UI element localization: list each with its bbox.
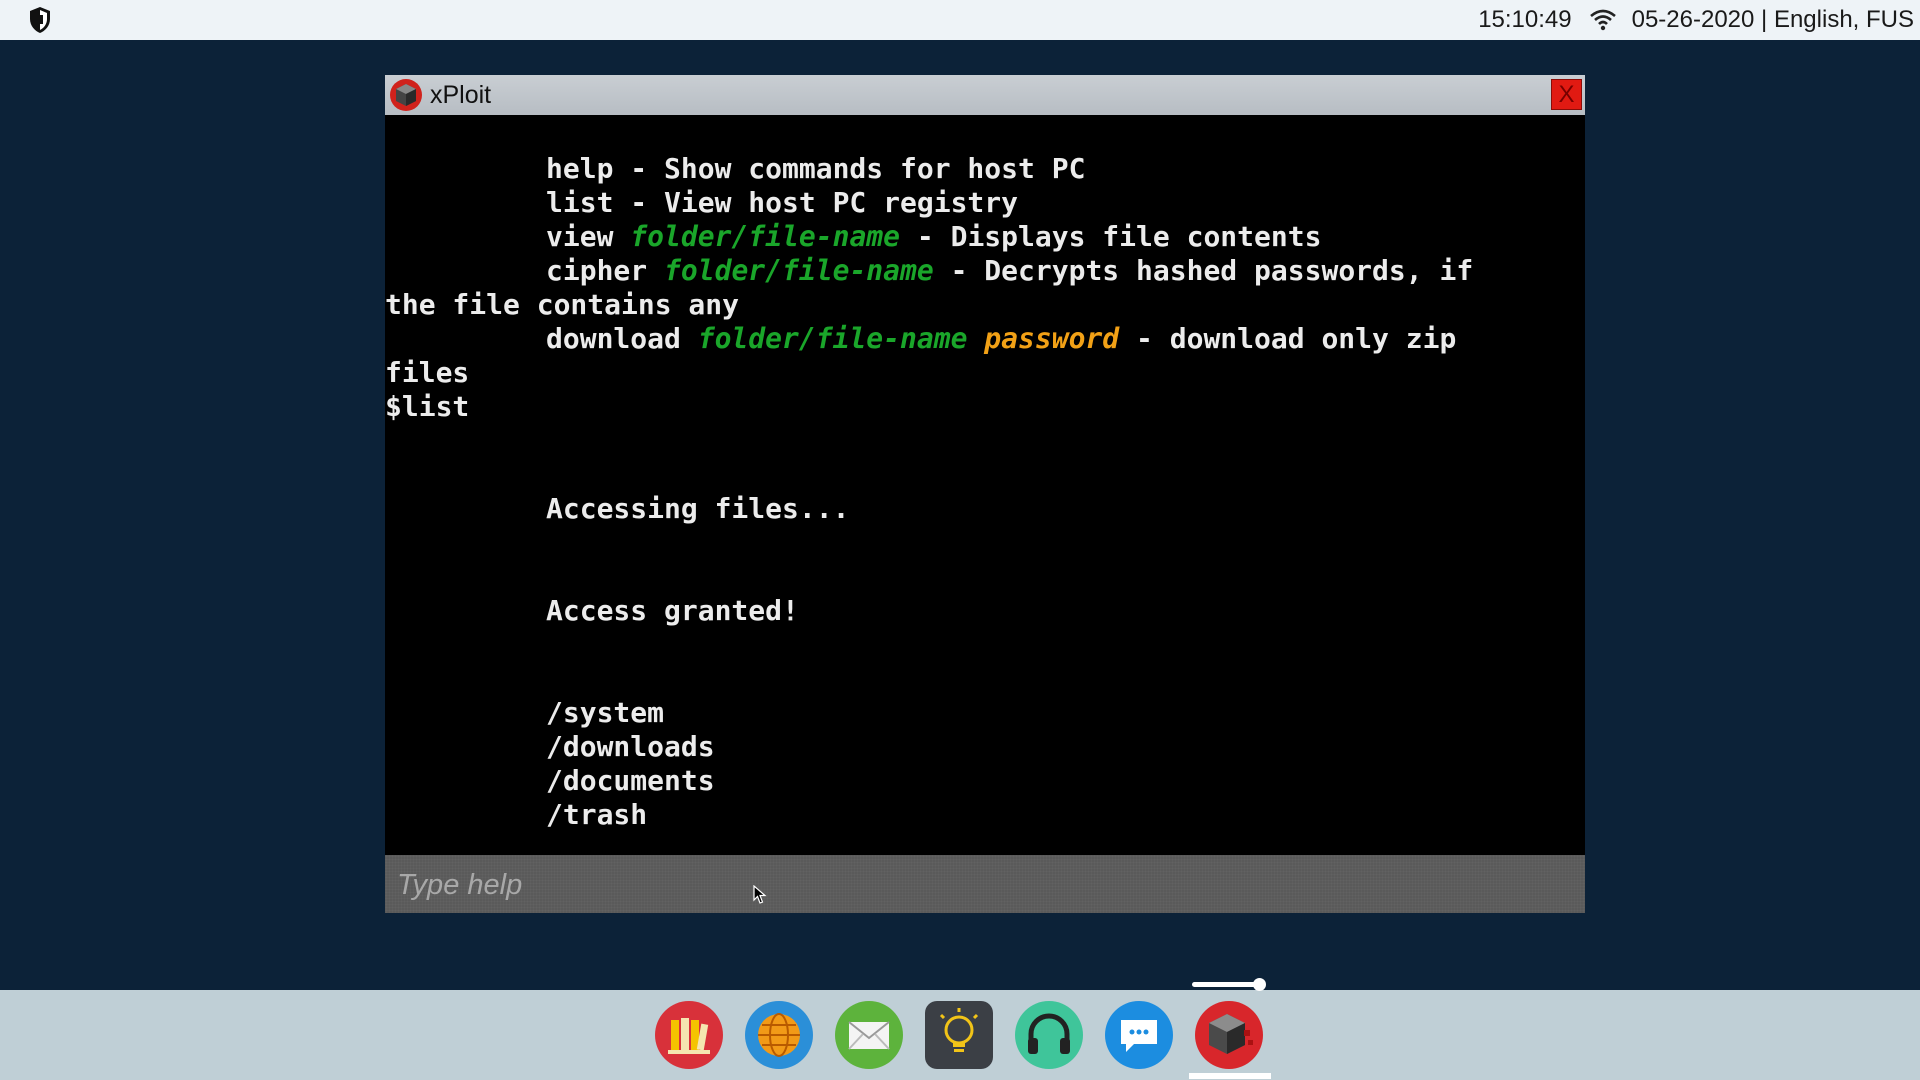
- clock: 15:10:49: [1478, 6, 1572, 33]
- terminal-line: Access granted!: [546, 594, 799, 627]
- lightbulb-icon[interactable]: [924, 1000, 994, 1070]
- folder-item: /system: [546, 696, 665, 729]
- close-button[interactable]: X: [1551, 79, 1582, 110]
- terminal-line: list - View host PC registry: [546, 186, 1019, 219]
- xploit-window: xPloit X help - Show commands for host P…: [385, 75, 1585, 913]
- command-input[interactable]: [395, 863, 1549, 907]
- xploit-icon[interactable]: [1194, 1000, 1264, 1070]
- command-bar: [385, 855, 1585, 913]
- xploit-app-icon: [389, 78, 423, 112]
- terminal-line: the file contains any: [385, 288, 740, 321]
- library-icon[interactable]: [654, 1000, 724, 1070]
- browser-icon[interactable]: [744, 1000, 814, 1070]
- folder-item: /trash: [546, 798, 648, 831]
- slider-handle[interactable]: [1253, 978, 1266, 991]
- folder-item: /documents: [546, 764, 715, 797]
- mail-icon[interactable]: [834, 1000, 904, 1070]
- slider-track[interactable]: [1192, 982, 1260, 987]
- active-app-indicator: [1189, 1073, 1271, 1079]
- headphones-icon[interactable]: [1014, 1000, 1084, 1070]
- terminal-output: help - Show commands for host PC list - …: [385, 115, 1585, 855]
- date-locale[interactable]: 05-26-2020 | English, FUS: [1632, 6, 1914, 34]
- terminal-line: download folder/file-name password - dow…: [546, 322, 1457, 355]
- terminal-line: Accessing files...: [546, 492, 850, 525]
- terminal-line: view folder/file-name - Displays file co…: [546, 220, 1322, 253]
- wifi-icon[interactable]: [1589, 9, 1616, 31]
- terminal-line: help - Show commands for host PC: [546, 152, 1086, 185]
- status-area: 15:10:49 05-26-2020 | English, FUS: [1478, 6, 1920, 34]
- system-top-bar: 15:10:49 05-26-2020 | English, FUS: [0, 0, 1920, 40]
- folder-item: /downloads: [546, 730, 715, 763]
- chat-icon[interactable]: [1104, 1000, 1174, 1070]
- window-title: xPloit: [430, 80, 492, 109]
- terminal-line: cipher folder/file-name - Decrypts hashe…: [546, 254, 1474, 287]
- mouse-cursor-icon: [753, 884, 767, 910]
- terminal-line: files: [385, 356, 470, 389]
- terminal-prompt-line: $list: [385, 390, 470, 423]
- shield-logo-icon[interactable]: [28, 6, 52, 34]
- window-titlebar[interactable]: xPloit X: [385, 75, 1585, 115]
- volume-slider[interactable]: [1192, 978, 1266, 991]
